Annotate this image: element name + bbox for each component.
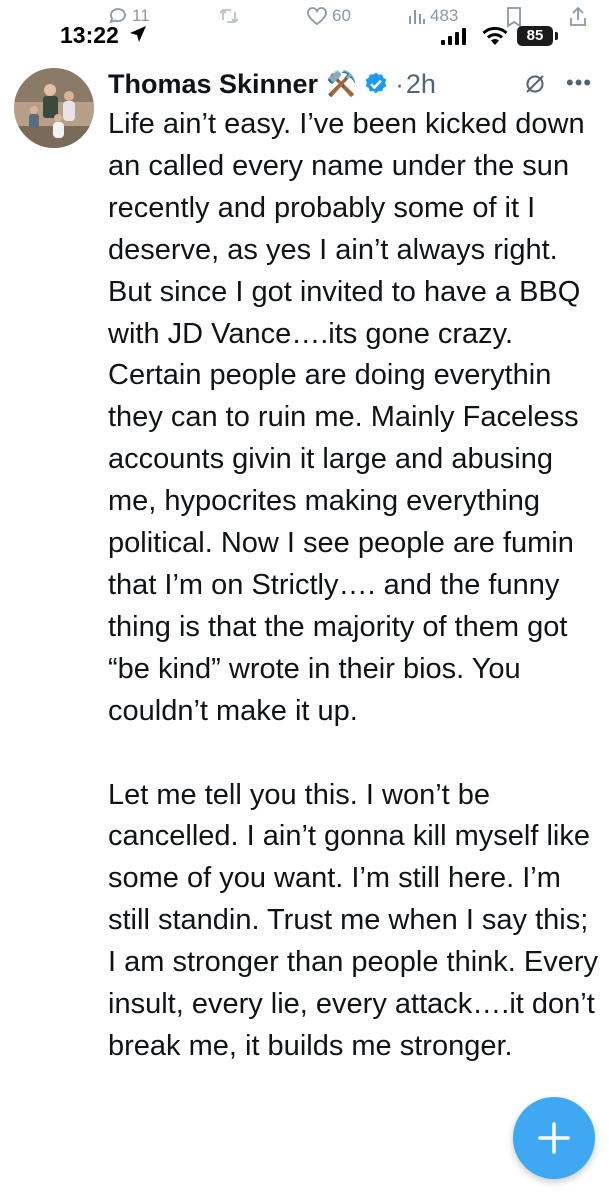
plus-icon	[538, 1122, 570, 1154]
battery-level: 85	[526, 27, 544, 44]
heart-icon	[307, 7, 327, 26]
author-avatar[interactable]	[14, 68, 94, 148]
views-count: 483	[430, 6, 459, 25]
more-icon[interactable]: •••	[566, 70, 592, 96]
battery-tip	[555, 32, 558, 40]
tweet-timestamp[interactable]: 2h	[406, 69, 436, 100]
tweet-header: Thomas Skinner ⚒️ · 2h	[108, 64, 436, 104]
share-icon	[570, 6, 586, 26]
location-arrow-icon	[130, 26, 146, 42]
compose-button[interactable]	[513, 1097, 595, 1179]
author-emoji: ⚒️	[326, 69, 358, 98]
views-action[interactable]: 483	[408, 6, 458, 26]
author-name[interactable]: Thomas Skinner	[108, 69, 318, 100]
status-bar: 11 60 483 13:22 85	[0, 0, 609, 50]
signal-icon	[441, 28, 466, 45]
tweet-text: Life ain’t easy. I’ve been kicked down a…	[108, 108, 599, 1062]
battery-indicator: 85	[517, 26, 553, 46]
grok-icon[interactable]	[523, 72, 547, 96]
wifi-icon	[482, 26, 508, 45]
avatar-photo	[14, 68, 94, 148]
repost-icon	[219, 8, 239, 24]
status-time: 13:22	[60, 22, 119, 48]
separator-dot: ·	[395, 68, 404, 99]
share-action[interactable]	[568, 6, 588, 28]
reply-count: 11	[132, 6, 150, 25]
views-icon	[409, 10, 425, 24]
like-action[interactable]: 60	[306, 6, 351, 26]
verified-badge-icon[interactable]	[363, 71, 389, 97]
like-count: 60	[332, 6, 351, 25]
repost-action[interactable]	[218, 6, 240, 26]
